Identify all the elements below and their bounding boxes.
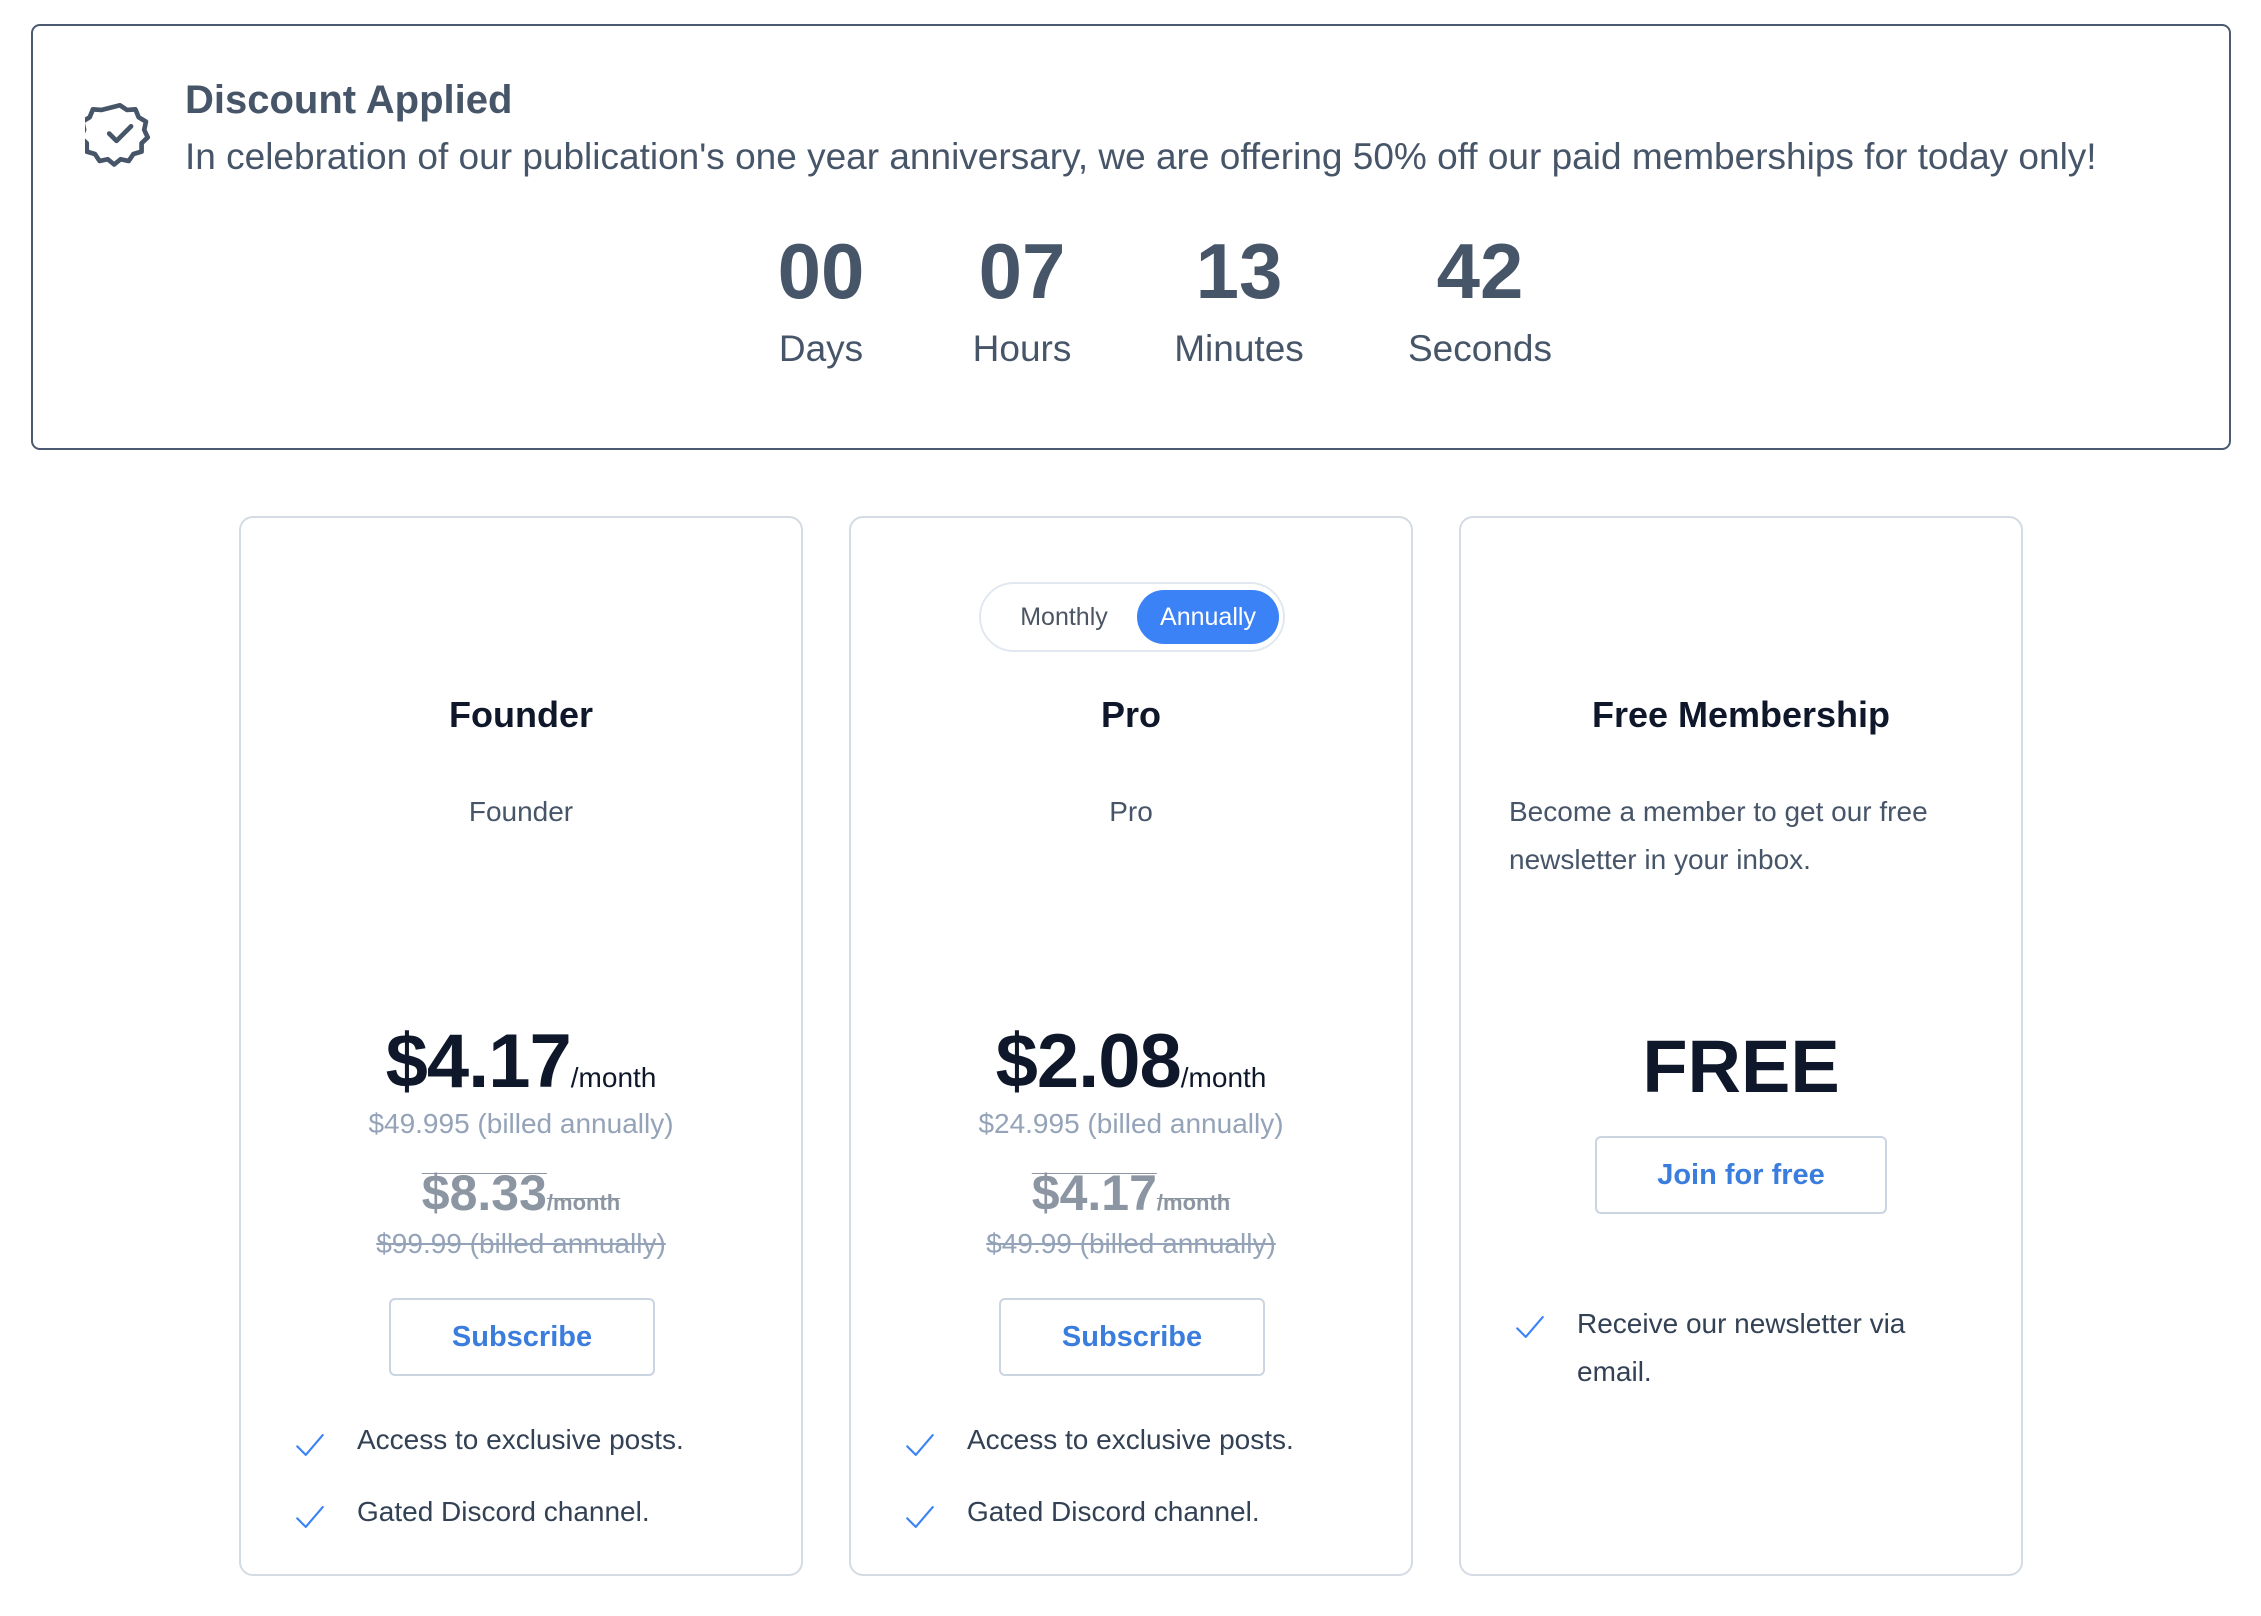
check-icon bbox=[906, 1506, 934, 1528]
feature-item: Access to exclusive posts. bbox=[293, 1424, 773, 1496]
price-period: /month bbox=[1180, 1062, 1267, 1093]
original-billed: $99.99 (billed annually) bbox=[376, 1228, 666, 1259]
countdown-seconds-value: 42 bbox=[1436, 227, 1524, 315]
countdown-seconds-label: Seconds bbox=[1408, 328, 1552, 369]
plan-card-pro: Monthly Annually Pro Pro $2.08/month $24… bbox=[849, 516, 1413, 1576]
feature-text: Receive our newsletter via email. bbox=[1577, 1308, 1906, 1387]
price-amount: $4.17 bbox=[385, 1019, 572, 1104]
countdown-days: 00 Days bbox=[711, 232, 931, 370]
discount-banner: Discount Applied In celebration of our p… bbox=[31, 24, 2231, 450]
feature-list: Access to exclusive posts. Gated Discord… bbox=[903, 1424, 1383, 1568]
subscribe-button-founder[interactable]: Subscribe bbox=[389, 1298, 655, 1376]
toggle-monthly[interactable]: Monthly bbox=[991, 590, 1137, 644]
countdown-days-value: 00 bbox=[777, 227, 865, 315]
check-icon bbox=[906, 1434, 934, 1456]
feature-item: Gated Discord channel. bbox=[293, 1496, 773, 1568]
banner-text: In celebration of our publication's one … bbox=[185, 136, 2097, 177]
feature-text: Gated Discord channel. bbox=[357, 1496, 650, 1527]
feature-item: Access to exclusive posts. bbox=[903, 1424, 1383, 1496]
countdown-seconds: 42 Seconds bbox=[1370, 232, 1590, 370]
price-amount: $2.08 bbox=[995, 1019, 1182, 1104]
original-price-period: /month bbox=[1156, 1190, 1231, 1215]
countdown-hours-value: 07 bbox=[978, 227, 1066, 315]
banner-title: Discount Applied bbox=[185, 78, 513, 122]
original-price-amount: $4.17 bbox=[1031, 1165, 1157, 1221]
plan-title: Founder bbox=[449, 694, 593, 735]
original-price-period: /month bbox=[546, 1190, 621, 1215]
price-period: /month bbox=[570, 1062, 657, 1093]
countdown-days-label: Days bbox=[778, 328, 864, 369]
plan-title: Free Membership bbox=[1591, 694, 1891, 735]
billed-annually: $49.995 (billed annually) bbox=[368, 1108, 674, 1139]
subscribe-button-pro[interactable]: Subscribe bbox=[999, 1298, 1265, 1376]
countdown-hours: 07 Hours bbox=[912, 232, 1132, 370]
billed-annually: $24.995 (billed annually) bbox=[978, 1108, 1284, 1139]
plan-description: Founder bbox=[468, 796, 574, 827]
original-price: $4.17/month bbox=[851, 1164, 1411, 1222]
original-price: $8.33/month bbox=[241, 1164, 801, 1222]
feature-list: Access to exclusive posts. Gated Discord… bbox=[293, 1424, 773, 1568]
countdown: 00 Days 07 Hours 13 Minutes 42 Seconds bbox=[33, 232, 2229, 372]
plan-description: Become a member to get our free newslett… bbox=[1509, 796, 1928, 875]
countdown-hours-label: Hours bbox=[972, 328, 1072, 369]
plan-price: FREE bbox=[1642, 1025, 1840, 1108]
check-icon bbox=[296, 1506, 324, 1528]
plan-card-free: Free Membership Become a member to get o… bbox=[1459, 516, 2023, 1576]
plan-title: Pro bbox=[1100, 694, 1161, 735]
plan-description: Pro bbox=[1109, 796, 1153, 827]
countdown-minutes-value: 13 bbox=[1195, 227, 1283, 315]
billing-toggle: Monthly Annually bbox=[979, 582, 1285, 652]
check-icon bbox=[296, 1434, 324, 1456]
countdown-minutes-label: Minutes bbox=[1174, 328, 1304, 369]
feature-item: Gated Discord channel. bbox=[903, 1496, 1383, 1568]
toggle-annually[interactable]: Annually bbox=[1137, 590, 1279, 644]
countdown-minutes: 13 Minutes bbox=[1129, 232, 1349, 370]
join-for-free-button[interactable]: Join for free bbox=[1595, 1136, 1887, 1214]
original-billed: $49.99 (billed annually) bbox=[986, 1228, 1276, 1259]
check-icon bbox=[1516, 1316, 1544, 1338]
feature-list: Receive our newsletter via email. bbox=[1513, 1306, 1993, 1387]
feature-text: Access to exclusive posts. bbox=[967, 1424, 1294, 1455]
plan-price: $4.17/month bbox=[241, 1018, 801, 1105]
feature-item: Receive our newsletter via email. bbox=[1513, 1306, 1993, 1387]
original-price-amount: $8.33 bbox=[421, 1165, 547, 1221]
badge-check-icon bbox=[85, 102, 151, 167]
feature-text: Gated Discord channel. bbox=[967, 1496, 1260, 1527]
feature-text: Access to exclusive posts. bbox=[357, 1424, 684, 1455]
plan-card-founder: Founder Founder $4.17/month $49.995 (bil… bbox=[239, 516, 803, 1576]
plan-price: $2.08/month bbox=[851, 1018, 1411, 1105]
